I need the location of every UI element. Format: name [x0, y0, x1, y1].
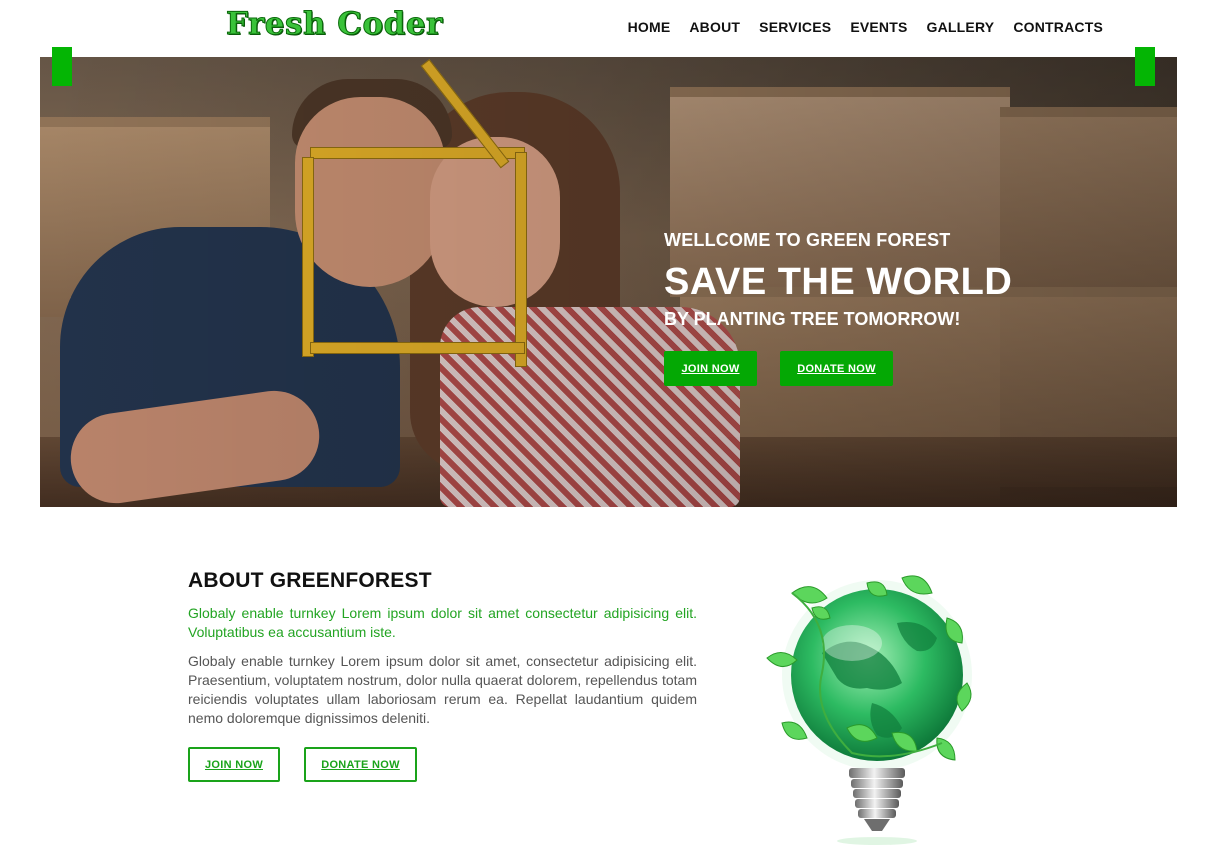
green-earth-lightbulb-icon — [766, 575, 972, 845]
hero-welcome: WELLCOME TO GREEN FOREST — [664, 230, 951, 250]
hero-join-button[interactable]: JOIN NOW — [664, 351, 757, 386]
hero-subline: BY PLANTING TREE TOMORROW! — [664, 309, 961, 329]
hero-headline: SAVE THE WORLD — [664, 261, 1013, 303]
about-title: ABOUT GREENFOREST — [188, 569, 432, 592]
nav-about[interactable]: ABOUT — [689, 17, 740, 37]
nav-services[interactable]: SERVICES — [759, 17, 831, 37]
nav-gallery[interactable]: GALLERY — [927, 17, 995, 37]
hero-donate-button[interactable]: DONATE NOW — [780, 351, 893, 386]
main-nav: HOME ABOUT SERVICES EVENTS GALLERY CONTR… — [628, 17, 1103, 37]
hero-banner: WELLCOME TO GREEN FOREST SAVE THE WORLD … — [40, 57, 1177, 507]
hero-buttons: JOIN NOW DONATE NOW — [664, 351, 1012, 386]
site-logo[interactable]: Fresh Coder — [226, 4, 443, 44]
about-lead-text: Globaly enable turnkey Lorem ipsum dolor… — [188, 605, 697, 640]
nav-contracts[interactable]: CONTRACTS — [1013, 17, 1103, 37]
about-donate-button[interactable]: DONATE NOW — [304, 747, 417, 782]
slider-prev-control[interactable] — [52, 47, 72, 86]
slider-next-control[interactable] — [1135, 47, 1155, 86]
about-buttons: JOIN NOW DONATE NOW — [188, 747, 417, 782]
about-body-text: Globaly enable turnkey Lorem ipsum dolor… — [188, 653, 697, 726]
about-join-button[interactable]: JOIN NOW — [188, 747, 280, 782]
nav-home[interactable]: HOME — [628, 17, 671, 37]
nav-events[interactable]: EVENTS — [850, 17, 907, 37]
hero-caption: WELLCOME TO GREEN FOREST SAVE THE WORLD … — [664, 229, 1012, 386]
